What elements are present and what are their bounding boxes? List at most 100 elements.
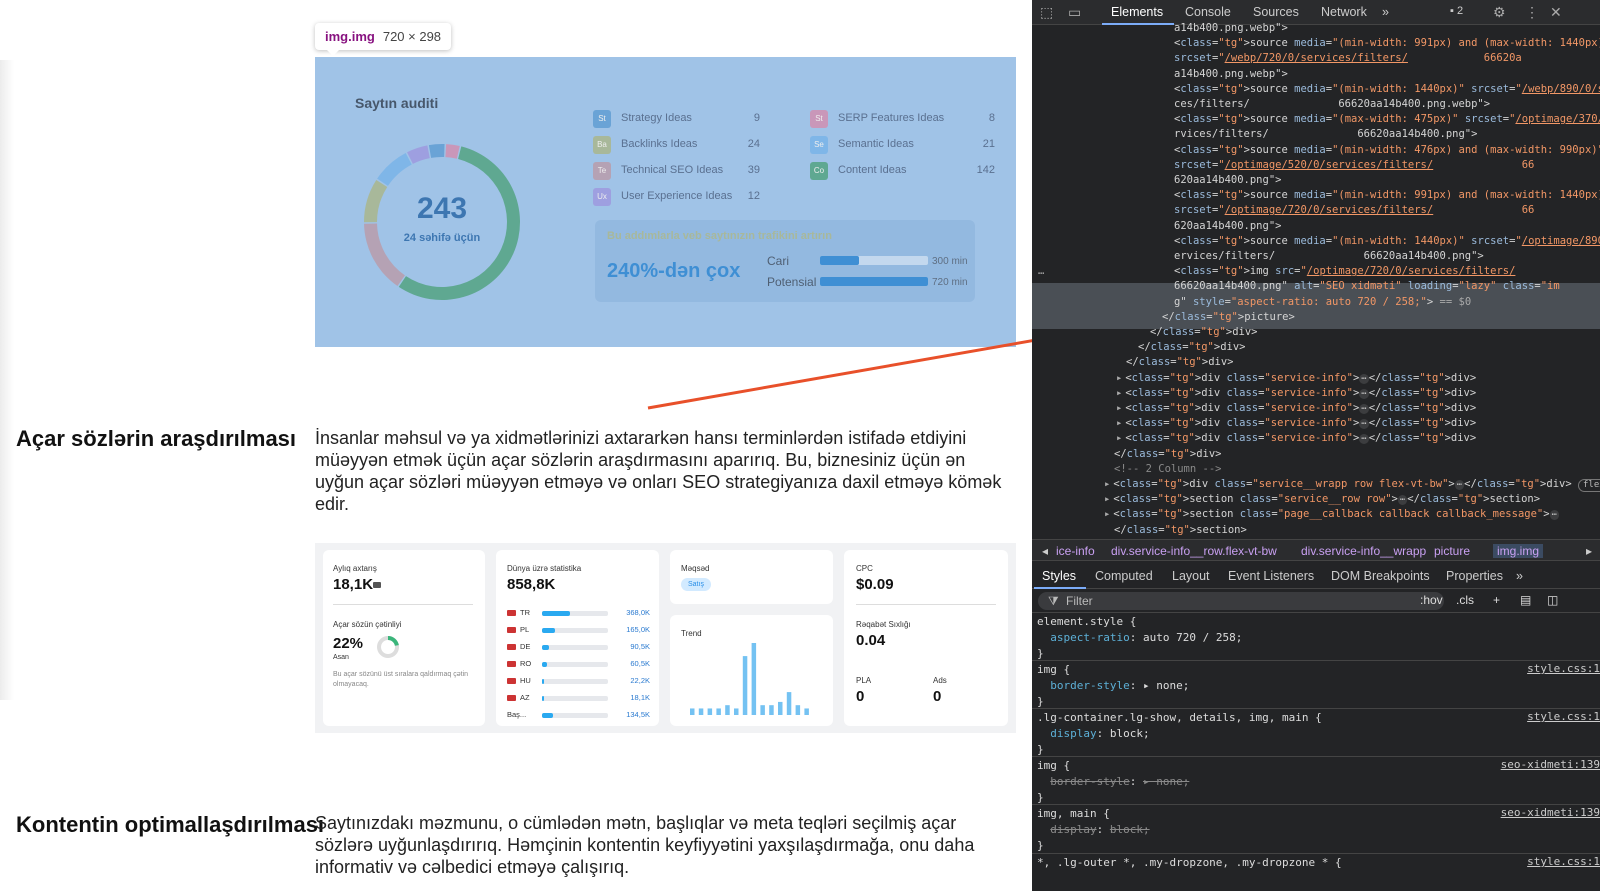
breadcrumb-scroll-right-icon[interactable]: ▸ [1586,544,1592,558]
more-subtabs-icon[interactable]: » [1516,569,1523,583]
dom-node-line[interactable]: 620aa14b400.png"> [1032,219,1600,234]
cls-toggle[interactable]: .cls [1456,593,1474,607]
style-source-link[interactable]: style.css:1 [1527,855,1600,868]
dom-node-line[interactable]: ervices/filters/ 66620aa14b400.png"> [1032,249,1600,264]
trend-bar [698,708,704,715]
tab-console[interactable]: Console [1185,5,1231,19]
dom-node-line[interactable]: <class="tg">source media="(min-width: 14… [1032,82,1600,97]
toggle-sidebar-icon[interactable]: ◫ [1547,593,1558,607]
dom-node-line[interactable]: <!-- 2 Column --> [1032,462,1600,477]
tab-elements[interactable]: Elements [1111,5,1163,19]
style-rule[interactable]: img { border-style: ▸ none; } [1037,662,1189,710]
dom-node-line[interactable]: ▸ <class="tg">div class="service-info"> ⋯ <… [1032,386,1600,401]
dom-node-line[interactable]: <class="tg">source media="(min-width: 47… [1032,143,1600,158]
subtab-dom-breakpoints[interactable]: DOM Breakpoints [1331,569,1430,583]
tab-network[interactable]: Network [1321,5,1367,19]
flag-icon [507,610,516,616]
dom-node-line[interactable]: <class="tg">source media="(min-width: 99… [1032,188,1600,203]
breadcrumb-item[interactable]: ice-info [1056,544,1095,558]
country-value: 165,0K [626,625,650,634]
dom-node-line[interactable]: <class="tg">img src="/optimage/720/0/ser… [1032,264,1600,279]
breadcrumb-scroll-left-icon[interactable]: ◂ [1042,544,1048,558]
kebab-menu-icon[interactable]: ⋮ [1525,4,1539,21]
dom-node-line[interactable]: a14b400.png.webp"> [1032,22,1600,36]
dom-node-line[interactable]: </class="tg">div> [1032,325,1600,340]
breadcrumb-item-active[interactable]: img.img [1493,544,1544,558]
style-rule[interactable]: img { border-style: ▸ none; } [1037,758,1189,806]
difficulty-level: Asan [333,654,349,661]
expand-triangle-icon: ▸ [1116,371,1123,384]
dom-node-line[interactable]: ▸ <class="tg">div class="service-info"> ⋯ <… [1032,401,1600,416]
divider [333,604,473,605]
device-toolbar-icon[interactable]: ▭ [1068,4,1081,21]
issues-badge[interactable]: ▪ 2 [1450,5,1463,17]
dom-node-line[interactable]: g" style="aspect-ratio: auto 720 / 258;"… [1032,295,1600,310]
subtab-properties[interactable]: Properties [1446,569,1503,583]
cpc-label: CPC [856,564,873,573]
expand-triangle-icon: ▸ [1116,432,1123,445]
dom-node-line[interactable]: </class="tg">section> [1032,523,1600,538]
country-row: TR 368,0K [507,608,650,620]
style-rule[interactable]: img, main { display: block; } [1037,806,1150,854]
new-rule-icon[interactable]: + [1493,593,1500,607]
tab-sources[interactable]: Sources [1253,5,1299,19]
dom-node-line[interactable]: </class="tg">picture> [1032,310,1600,325]
inspect-element-icon[interactable]: ⬚ [1040,4,1053,21]
close-icon[interactable]: ✕ [1550,4,1562,21]
dom-node-line[interactable]: </class="tg">div> [1032,355,1600,370]
dom-node-line[interactable]: a14b400.png.webp"> [1032,67,1600,82]
dom-node-line[interactable]: rvices/filters/ 66620aa14b400.png"> [1032,127,1600,142]
style-source-link[interactable]: style.css:1 [1527,710,1600,723]
page: img.img 720 × 298 Saytın auditi 243 24 sə… [0,0,1600,891]
country-code: TR [520,608,530,617]
style-source-link[interactable]: seo-xidmeti:139 [1501,806,1600,819]
flex-badge[interactable]: flex [1577,479,1600,492]
style-rule-divider [1032,612,1600,613]
style-rule[interactable]: *, .lg-outer *, .my-dropzone, .my-dropzo… [1037,855,1342,871]
dom-node-line[interactable]: ▸ <class="tg">div class="service-info"> ⋯ <… [1032,371,1600,386]
dom-node-line[interactable]: 620aa14b400.png"> [1032,173,1600,188]
dom-node-line[interactable]: ▸ <class="tg">section class="service__row… [1032,492,1600,507]
hov-toggle[interactable]: :hov [1420,593,1443,607]
dom-node-line[interactable]: <class="tg">source media="(max-width: 47… [1032,112,1600,127]
dom-node-line[interactable]: ▸ <class="tg">div class="service-info"> ⋯ <… [1032,416,1600,431]
dom-node-line[interactable]: srcset="/optimage/520/0/services/filters… [1032,158,1600,173]
style-rule[interactable]: element.style { aspect-ratio: auto 720 /… [1037,614,1242,662]
dom-node-line[interactable]: ▸ <class="tg">section class="page__callba… [1032,507,1600,522]
dom-node-line[interactable]: </class="tg">div> [1032,340,1600,355]
country-row: Baş... 134,5K [507,710,650,722]
trend-bar [716,708,721,715]
dom-node-line[interactable]: <class="tg">source media="(min-width: 14… [1032,234,1600,249]
style-source-link[interactable]: seo-xidmeti:139 [1501,758,1600,771]
country-bar [542,645,608,650]
styles-filter-input[interactable]: ⧩ Filter [1038,592,1444,610]
flag-icon [507,695,516,701]
dom-node-line[interactable]: ▸ <class="tg">div class="service-info"> ⋯ <… [1032,431,1600,446]
breadcrumb-item[interactable]: div.service-info__row.flex-vt-bw [1111,544,1277,558]
country-code: DE [520,642,531,651]
section-text-content-optimization: Saytınızdakı məzmunu, o cümlədən mətn, b… [315,813,975,877]
divider [856,604,996,605]
paint-icon[interactable]: ▤ [1520,593,1531,607]
more-tabs-icon[interactable]: » [1382,5,1389,19]
dom-node-line[interactable]: 66620aa14b400.png" alt="SEO xidməti" loa… [1032,279,1600,294]
dom-node-line[interactable]: srcset="/webp/720/0/services/filters/ 66… [1032,51,1600,66]
style-rule[interactable]: .lg-container.lg-show, details, img, mai… [1037,710,1322,758]
dom-node-line[interactable]: ▸ <class="tg">div class="service__wrapp r… [1032,477,1600,492]
breadcrumb: ◂ ice-info div.service-info__row.flex-vt… [1032,539,1600,561]
country-bar-fill [542,628,555,633]
difficulty-ring-icon [377,636,399,658]
breadcrumb-item[interactable]: picture [1434,544,1470,558]
subtab-styles[interactable]: Styles [1042,569,1076,583]
subtab-event-listeners[interactable]: Event Listeners [1228,569,1314,583]
world-value: 858,8K [507,576,556,593]
breadcrumb-item[interactable]: div.service-info__wrapp [1301,544,1426,558]
settings-icon[interactable]: ⚙ [1493,4,1506,21]
style-source-link[interactable]: style.css:1 [1527,662,1600,675]
subtab-computed[interactable]: Computed [1095,569,1153,583]
dom-node-line[interactable]: <class="tg">source media="(min-width: 99… [1032,36,1600,51]
dom-node-line[interactable]: </class="tg">div> [1032,447,1600,462]
subtab-layout[interactable]: Layout [1172,569,1210,583]
dom-node-line[interactable]: ces/filters/ 66620aa14b400.png.webp"> [1032,97,1600,112]
dom-node-line[interactable]: srcset="/optimage/720/0/services/filters… [1032,203,1600,218]
